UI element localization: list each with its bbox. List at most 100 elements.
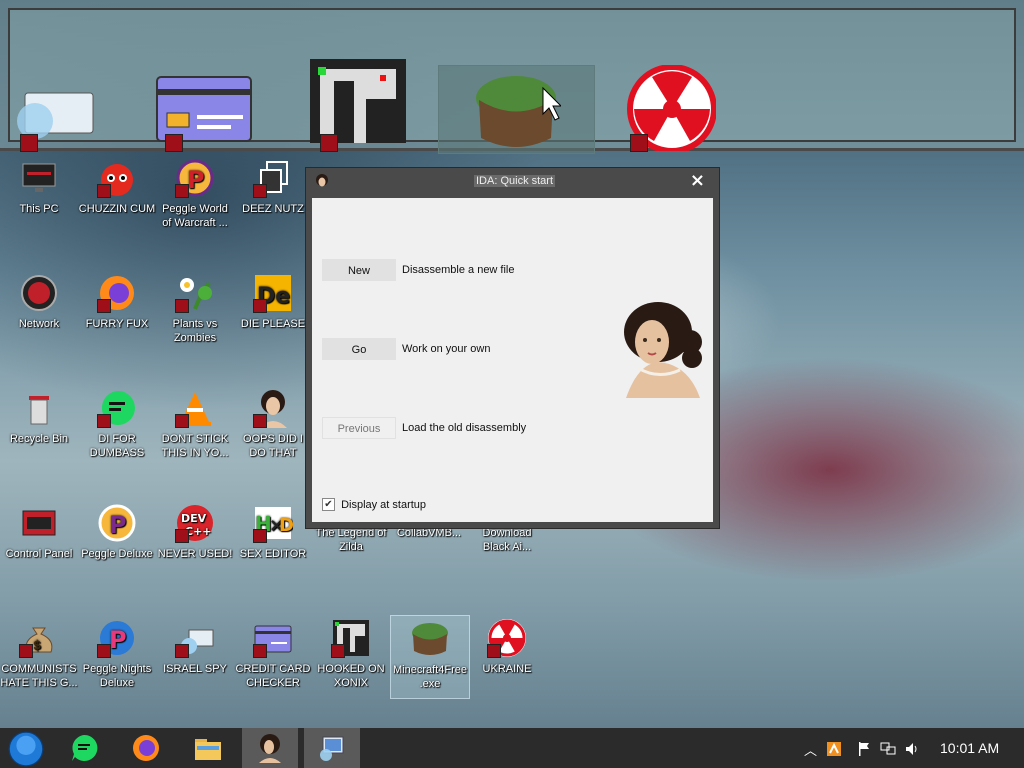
shortcut-badge [253,529,267,543]
shortcut-badge [175,184,189,198]
svg-text:DEV: DEV [181,512,207,525]
desktop-icon-control-panel[interactable]: Control Panel [0,503,78,561]
new-description: Disassemble a new file [402,264,515,276]
tray-expand-icon[interactable]: ︿ [804,740,817,759]
desktop-icon-chuzzle[interactable]: CHUZZIN CUM [78,158,156,216]
desktop-icon-vlc[interactable]: DONT STICK THIS IN YO... [156,388,234,460]
svg-text:$: $ [33,638,41,652]
shortcut-badge [97,644,111,658]
shortcut-badge [253,299,267,313]
desktop-icon-sex-editor[interactable]: H × D SEX EDITOR [234,503,312,561]
desktop-icon-xonix[interactable]: HOOKED ON XONIX [312,618,390,690]
desktop-icon-this-pc[interactable]: This PC [0,158,78,216]
taskbar-firefox[interactable] [118,728,174,768]
dialog-title: IDA: Quick start [474,175,556,187]
shortcut-badge [20,134,38,152]
desktop-icon-deez-nutz[interactable]: DEEZ NUTZ [234,158,312,216]
desktop-icon-never-used[interactable]: DEV C++ NEVER USED! [156,503,234,561]
shortcut-badge [19,644,33,658]
shortcut-badge [487,644,501,658]
ida-app-icon [316,174,328,187]
taskbar-file-explorer[interactable] [180,728,236,768]
desktop-icon-peggle-deluxe[interactable]: P Peggle Deluxe [78,503,156,561]
previous-description: Load the old disassembly [402,422,527,434]
svg-text:P: P [109,626,127,654]
shortcut-badge [253,184,267,198]
shortcut-badge [253,644,267,658]
tray-app-icon[interactable] [826,741,842,757]
preview-thumb-spy[interactable] [10,65,95,152]
window-preview-bar [0,0,1024,154]
xonix-icon [310,59,406,143]
svg-text:D: D [279,515,293,536]
shortcut-badge [331,644,345,658]
previous-button[interactable]: Previous [322,417,396,439]
display-at-startup-checkbox[interactable]: ✔ Display at startup [322,498,426,511]
desktop-icon-minecraft[interactable]: Minecraft4Free .exe [390,615,470,699]
flag-icon[interactable] [856,741,872,757]
desktop-icon-oops[interactable]: OOPS DID I DO THAT [234,388,312,460]
shortcut-badge [175,299,189,313]
svg-text:P: P [109,511,127,539]
desktop-icon-ukraine[interactable]: UKRAINE [468,618,546,676]
taskbar-remote-app[interactable] [304,728,360,768]
shortcut-badge [97,414,111,428]
network-icon[interactable] [880,741,896,757]
desktop-icon-peggle-nights[interactable]: P Peggle Nights Deluxe [78,618,156,690]
close-button[interactable]: × [690,170,705,191]
monitor-icon [22,163,56,192]
grass-block-icon [476,76,561,147]
shortcut-badge [175,644,189,658]
desktop-icon-recycle-bin[interactable]: Recycle Bin [0,388,78,446]
desktop-icon-israel-spy[interactable]: ISRAEL SPY [156,618,234,676]
checkbox-label: Display at startup [341,498,427,511]
preview-thumb-xonix[interactable] [310,59,406,152]
preview-frame [8,8,1016,154]
grass-block-icon [412,623,448,655]
shortcut-badge [97,299,111,313]
shortcut-badge [253,414,267,428]
trash-icon [29,396,49,425]
ida-portrait-image [608,298,704,398]
ida-quick-start-dialog: IDA: Quick start × New Disassemble a new… [305,167,720,529]
checkbox-box[interactable]: ✔ [322,498,335,511]
preview-thumb-ukraine[interactable] [620,65,720,152]
shortcut-badge [320,134,338,152]
desktop-icon-download[interactable]: Download Black Ai... [468,526,546,554]
shortcut-badge [630,134,648,152]
speaker-icon[interactable] [904,741,920,757]
network-icon [21,275,57,311]
svg-text:P: P [187,166,205,194]
taskbar-clock[interactable]: 10:01 AM [940,740,999,756]
shortcut-badge [97,184,111,198]
shortcut-badge [175,529,189,543]
dialog-client-area: New Disassemble a new file Go Work on yo… [312,198,713,522]
computer-icon [320,736,344,761]
taskbar: ︿ 10:01 AM [0,728,1024,768]
start-orb-icon [8,731,44,767]
taskbar-chat-app[interactable] [56,728,112,768]
desktop-icon-firefox[interactable]: FURRY FUX [78,273,156,331]
taskbar-ida[interactable] [242,728,298,768]
desktop-icon-zilda[interactable]: The Legend of Zilda [312,526,390,554]
desktop-icon-die-please[interactable]: De DIE PLEASE [234,273,312,331]
desktop-icon-pvz[interactable]: Plants vs Zombies [156,273,234,345]
preview-thumb-minecraft[interactable] [438,65,595,154]
shortcut-badge [165,134,183,152]
new-button[interactable]: New [322,259,396,281]
go-description: Work on your own [402,343,491,355]
ida-app-icon [259,734,281,763]
desktop-icon-network[interactable]: Network [0,273,78,331]
preview-thumb-card[interactable] [153,65,253,152]
dialog-titlebar[interactable]: IDA: Quick start × [306,168,719,196]
chat-icon [72,734,98,761]
folder-icon [195,739,221,760]
desktop-icon-peggle-wow[interactable]: P Peggle World of Warcraft ... [156,158,234,230]
go-button[interactable]: Go [322,338,396,360]
peggle-icon: P [98,504,136,542]
start-button[interactable] [0,728,56,768]
desktop-icon-di-for-dumbass[interactable]: DI FOR DUMBASS [78,388,156,460]
desktop-icon-communists[interactable]: $ COMMUNISTS HATE THIS G... [0,618,78,690]
card-icon [156,76,252,142]
desktop-icon-credit-card[interactable]: CREDIT CARD CHECKER [234,618,312,690]
